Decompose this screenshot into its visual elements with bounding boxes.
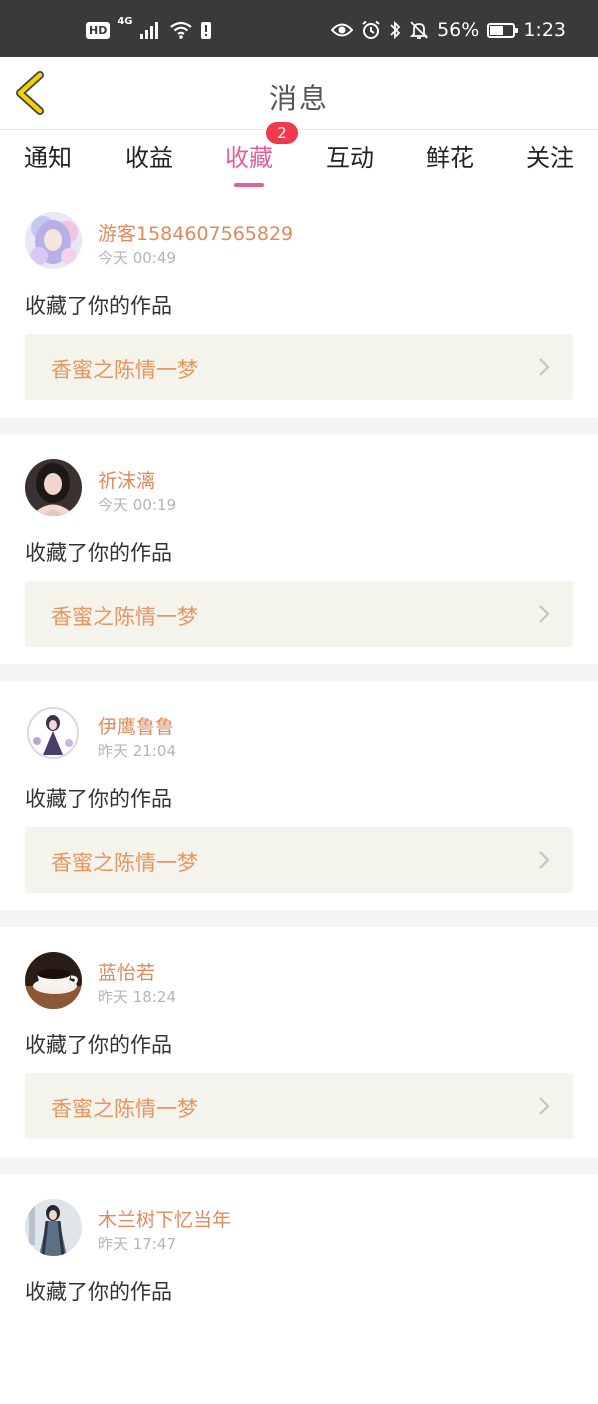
status-left: HD 4G — [86, 16, 212, 42]
eye-icon — [331, 23, 354, 37]
message-text: 收藏了你的作品 — [25, 541, 172, 565]
divider — [0, 664, 598, 681]
divider — [0, 1157, 598, 1174]
user-name[interactable]: 木兰树下忆当年 — [98, 1205, 231, 1232]
divider — [0, 910, 598, 927]
message-card: 伊鹰鲁鲁 昨天 21:04 收藏了你的作品 香蜜之陈情一梦 — [0, 681, 598, 911]
battery-percent: 56% — [437, 19, 480, 41]
unread-badge: 2 — [266, 122, 298, 144]
work-title: 香蜜之陈情一梦 — [51, 358, 198, 382]
message-time: 昨天 21:04 — [98, 742, 176, 760]
mute-bell-icon — [409, 21, 429, 39]
work-link[interactable]: 香蜜之陈情一梦 — [25, 1073, 573, 1139]
bluetooth-icon — [390, 20, 401, 40]
wifi-icon — [169, 21, 192, 39]
work-link[interactable]: 香蜜之陈情一梦 — [25, 827, 573, 893]
tab-label: 鲜花 — [426, 144, 474, 172]
tab-interactions[interactable]: 互动 — [300, 138, 400, 173]
message-text: 收藏了你的作品 — [25, 294, 172, 318]
battery-icon — [487, 22, 519, 38]
signal-icon — [139, 22, 158, 39]
tab-label: 通知 — [24, 144, 72, 172]
portrait-avatar — [25, 459, 82, 516]
clock: 1:23 — [523, 19, 566, 41]
divider — [0, 418, 598, 435]
message-card: 游客1584607565829 今天 00:49 收藏了你的作品 香蜜之陈情一梦 — [0, 191, 598, 421]
page-title: 消息 — [268, 82, 329, 115]
avatar[interactable] — [25, 212, 82, 269]
message-text: 收藏了你的作品 — [25, 1033, 172, 1057]
work-title: 香蜜之陈情一梦 — [51, 851, 198, 875]
alarm-icon — [362, 20, 380, 39]
message-card: 木兰树下忆当年 昨天 17:47 收藏了你的作品 — [0, 1174, 598, 1404]
message-card: 蓝怡若 昨天 18:24 收藏了你的作品 香蜜之陈情一梦 — [0, 927, 598, 1157]
status-right: 56% 1:23 — [331, 18, 566, 42]
chevron-right-icon — [539, 851, 550, 869]
user-name[interactable]: 蓝怡若 — [98, 958, 155, 985]
tab-label: 关注 — [526, 144, 574, 172]
tab-notifications[interactable]: 通知 — [0, 138, 98, 173]
tab-active-indicator — [234, 183, 264, 187]
message-time: 今天 00:19 — [98, 496, 176, 514]
user-name[interactable]: 伊鹰鲁鲁 — [98, 712, 174, 739]
tab-label: 互动 — [326, 144, 374, 172]
message-text: 收藏了你的作品 — [25, 1280, 172, 1304]
avatar[interactable] — [25, 1199, 82, 1256]
tab-label: 收益 — [125, 144, 173, 172]
chevron-right-icon — [539, 1097, 550, 1115]
chevron-right-icon — [539, 358, 550, 376]
hd-indicator: HD — [86, 21, 111, 39]
message-time: 昨天 17:47 — [98, 1235, 176, 1253]
avatar[interactable] — [25, 705, 82, 762]
anime-girl-avatar — [25, 212, 82, 269]
avatar[interactable] — [25, 952, 82, 1009]
anime-figure-avatar — [25, 705, 82, 762]
user-name[interactable]: 祈沫漓 — [98, 466, 155, 493]
message-card: 祈沫漓 今天 00:19 收藏了你的作品 香蜜之陈情一梦 — [0, 435, 598, 665]
message-time: 今天 00:49 — [98, 249, 176, 267]
battery-fill — [490, 25, 503, 35]
user-name[interactable]: 游客1584607565829 — [98, 219, 293, 246]
work-title: 香蜜之陈情一梦 — [51, 605, 198, 629]
coffee-cup-avatar — [25, 952, 82, 1009]
status-bar: HD 4G 56% 1:23 — [0, 0, 598, 57]
ancient-costume-avatar — [25, 1199, 82, 1256]
nav-header: 消息 — [0, 57, 598, 130]
tab-following[interactable]: 关注 — [500, 138, 598, 173]
alert-icon — [200, 22, 211, 39]
message-time: 昨天 18:24 — [98, 988, 176, 1006]
chevron-right-icon — [539, 605, 550, 623]
message-text: 收藏了你的作品 — [25, 787, 172, 811]
work-link[interactable]: 香蜜之陈情一梦 — [25, 581, 573, 647]
tab-label: 收藏 — [225, 144, 273, 172]
avatar[interactable] — [25, 459, 82, 516]
network-label: 4G — [117, 16, 133, 27]
tab-earnings[interactable]: 收益 — [99, 138, 199, 173]
message-tabs: 通知 收益 收藏 互动 鲜花 关注 — [0, 130, 598, 190]
work-link[interactable]: 香蜜之陈情一梦 — [25, 334, 573, 400]
tab-flowers[interactable]: 鲜花 — [400, 138, 500, 173]
work-title: 香蜜之陈情一梦 — [51, 1097, 198, 1121]
